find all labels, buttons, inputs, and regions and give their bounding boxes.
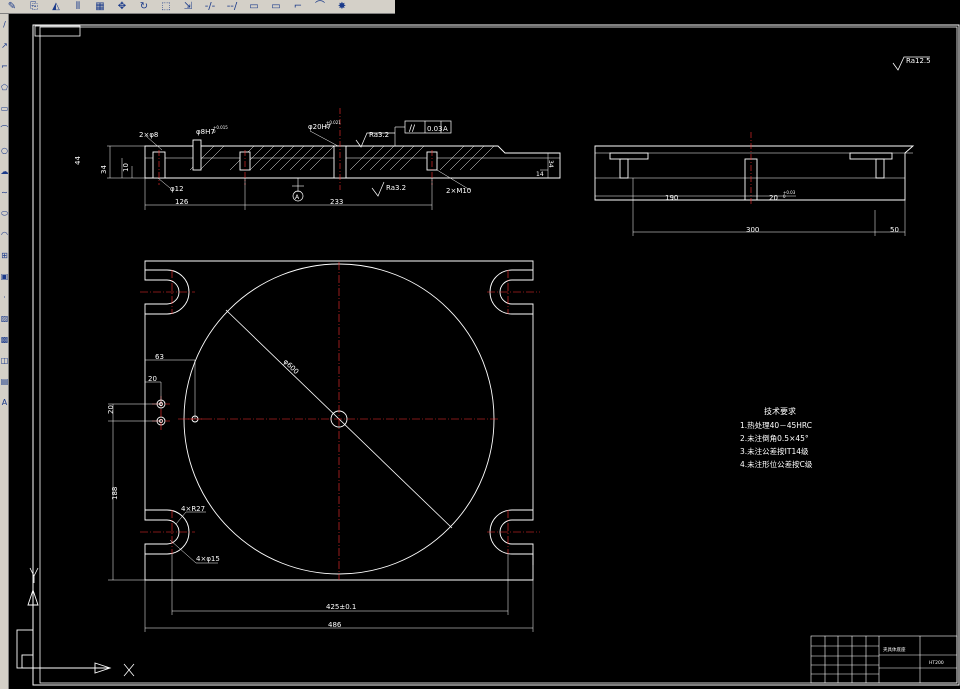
point-icon[interactable]: · [0,287,8,308]
drawing-canvas[interactable]: Ra12.5 44 34 10 2×φ8 φ8H7 +0.015 0 φ20H7… [9,14,960,689]
parallelism-value: 0.03 [427,125,443,133]
line-icon[interactable]: / [0,14,8,35]
dim-phi12: φ12 [170,185,184,193]
extend-icon[interactable]: --/ [222,0,242,13]
hole-8h7-label: φ8H7 [196,128,215,136]
dim-50: 50 [890,226,899,234]
slot-r27-label: 4×R27 [181,505,205,513]
draw-toolbar: / ↗ ⌐ ⬠ ▭ ⌒ ○ ☁ ∼ ⬭ ◠ ⊞ ▣ · ▨ ▩ ◫ ▤ A [0,14,9,689]
dim-126: 126 [175,198,189,206]
notes-title: 技术要求 [764,406,796,416]
dim-190: 190 [665,194,678,202]
region-icon[interactable]: ◫ [0,350,8,371]
material: HT200 [929,660,944,666]
hatch-icon[interactable]: ▨ [0,308,8,329]
dim-44: 44 [74,156,82,165]
scale-icon[interactable]: ⬚ [156,0,176,13]
spline-icon[interactable]: ∼ [0,182,8,203]
construction-line-icon[interactable]: ↗ [0,35,8,56]
join-icon[interactable]: ▭ [266,0,286,13]
part-name: 夹具体底座 [883,646,906,653]
insert-block-icon[interactable]: ⊞ [0,245,8,266]
slot-15-label: 4×φ15 [196,555,220,563]
stretch-icon[interactable]: ⇲ [178,0,198,13]
arc-icon[interactable]: ⌒ [0,119,9,140]
gradient-icon[interactable]: ▩ [0,329,8,350]
dim-233: 233 [330,198,343,206]
make-block-icon[interactable]: ▣ [0,266,8,287]
dim-188: 188 [111,487,119,500]
polyline-icon[interactable]: ⌐ [0,56,8,77]
roughness-bottom-label: Ra3.2 [386,184,406,192]
dim-20h7: 20 [769,194,778,202]
note-2: 2.未注倒角0.5×45° [740,433,809,443]
copy-icon[interactable]: ⎘ [24,0,44,13]
explode-icon[interactable]: ✸ [332,0,352,13]
note-4: 4.未注形位公差按C级 [740,459,813,469]
mirror-icon[interactable]: ◭ [46,0,66,13]
dim-34-right: 34 [547,160,554,168]
hole-2x8-label: 2×φ8 [139,131,158,139]
note-3: 3.未注公差按IT14级 [740,446,809,456]
rectangle-icon[interactable]: ▭ [0,98,8,119]
dim-20-h: 20 [148,375,157,383]
revision-cloud-icon[interactable]: ☁ [0,161,9,182]
mtext-icon[interactable]: A [0,392,8,413]
dim-300: 300 [746,226,759,234]
move-icon[interactable]: ✥ [112,0,132,13]
dim-425: 425±0.1 [326,603,356,611]
table-icon[interactable]: ▤ [0,371,8,392]
circle-icon[interactable]: ○ [0,140,8,161]
parallelism-symbol: // [409,124,416,134]
rotate-icon[interactable]: ↻ [134,0,154,13]
thread-label: 2×M10 [446,187,471,195]
parallelism-datum: A [443,125,448,133]
roughness-top-label: Ra3.2 [369,131,389,139]
fillet-icon[interactable]: ⌒ [310,0,330,13]
ellipse-arc-icon[interactable]: ◠ [0,224,8,245]
modify-toolbar: ✎ ⎘ ◭ ⫴ ▦ ✥ ↻ ⬚ ⇲ -/- --/▭ ▭ ⌐ ⌒ ✸ [0,0,395,14]
svg-text:Ra12.5: Ra12.5 [906,57,931,65]
dim-63: 63 [155,353,164,361]
array-icon[interactable]: ▦ [90,0,110,13]
dim-20-v: 20 [107,405,115,414]
pencil-icon[interactable]: ✎ [2,0,22,13]
dim-14: 14 [536,171,544,178]
dim-486: 486 [328,621,342,629]
polygon-icon[interactable]: ⬠ [0,77,8,98]
offset-icon[interactable]: ⫴ [68,0,88,13]
dim-34-left: 34 [100,165,108,174]
note-1: 1.热处理40－45HRC [740,420,812,430]
chamfer-icon[interactable]: ⌐ [288,0,308,13]
dim-10: 10 [122,163,130,172]
trim-icon[interactable]: -/- [200,0,220,13]
break-icon[interactable]: ▭ [244,0,264,13]
ellipse-icon[interactable]: ⬭ [0,203,8,224]
